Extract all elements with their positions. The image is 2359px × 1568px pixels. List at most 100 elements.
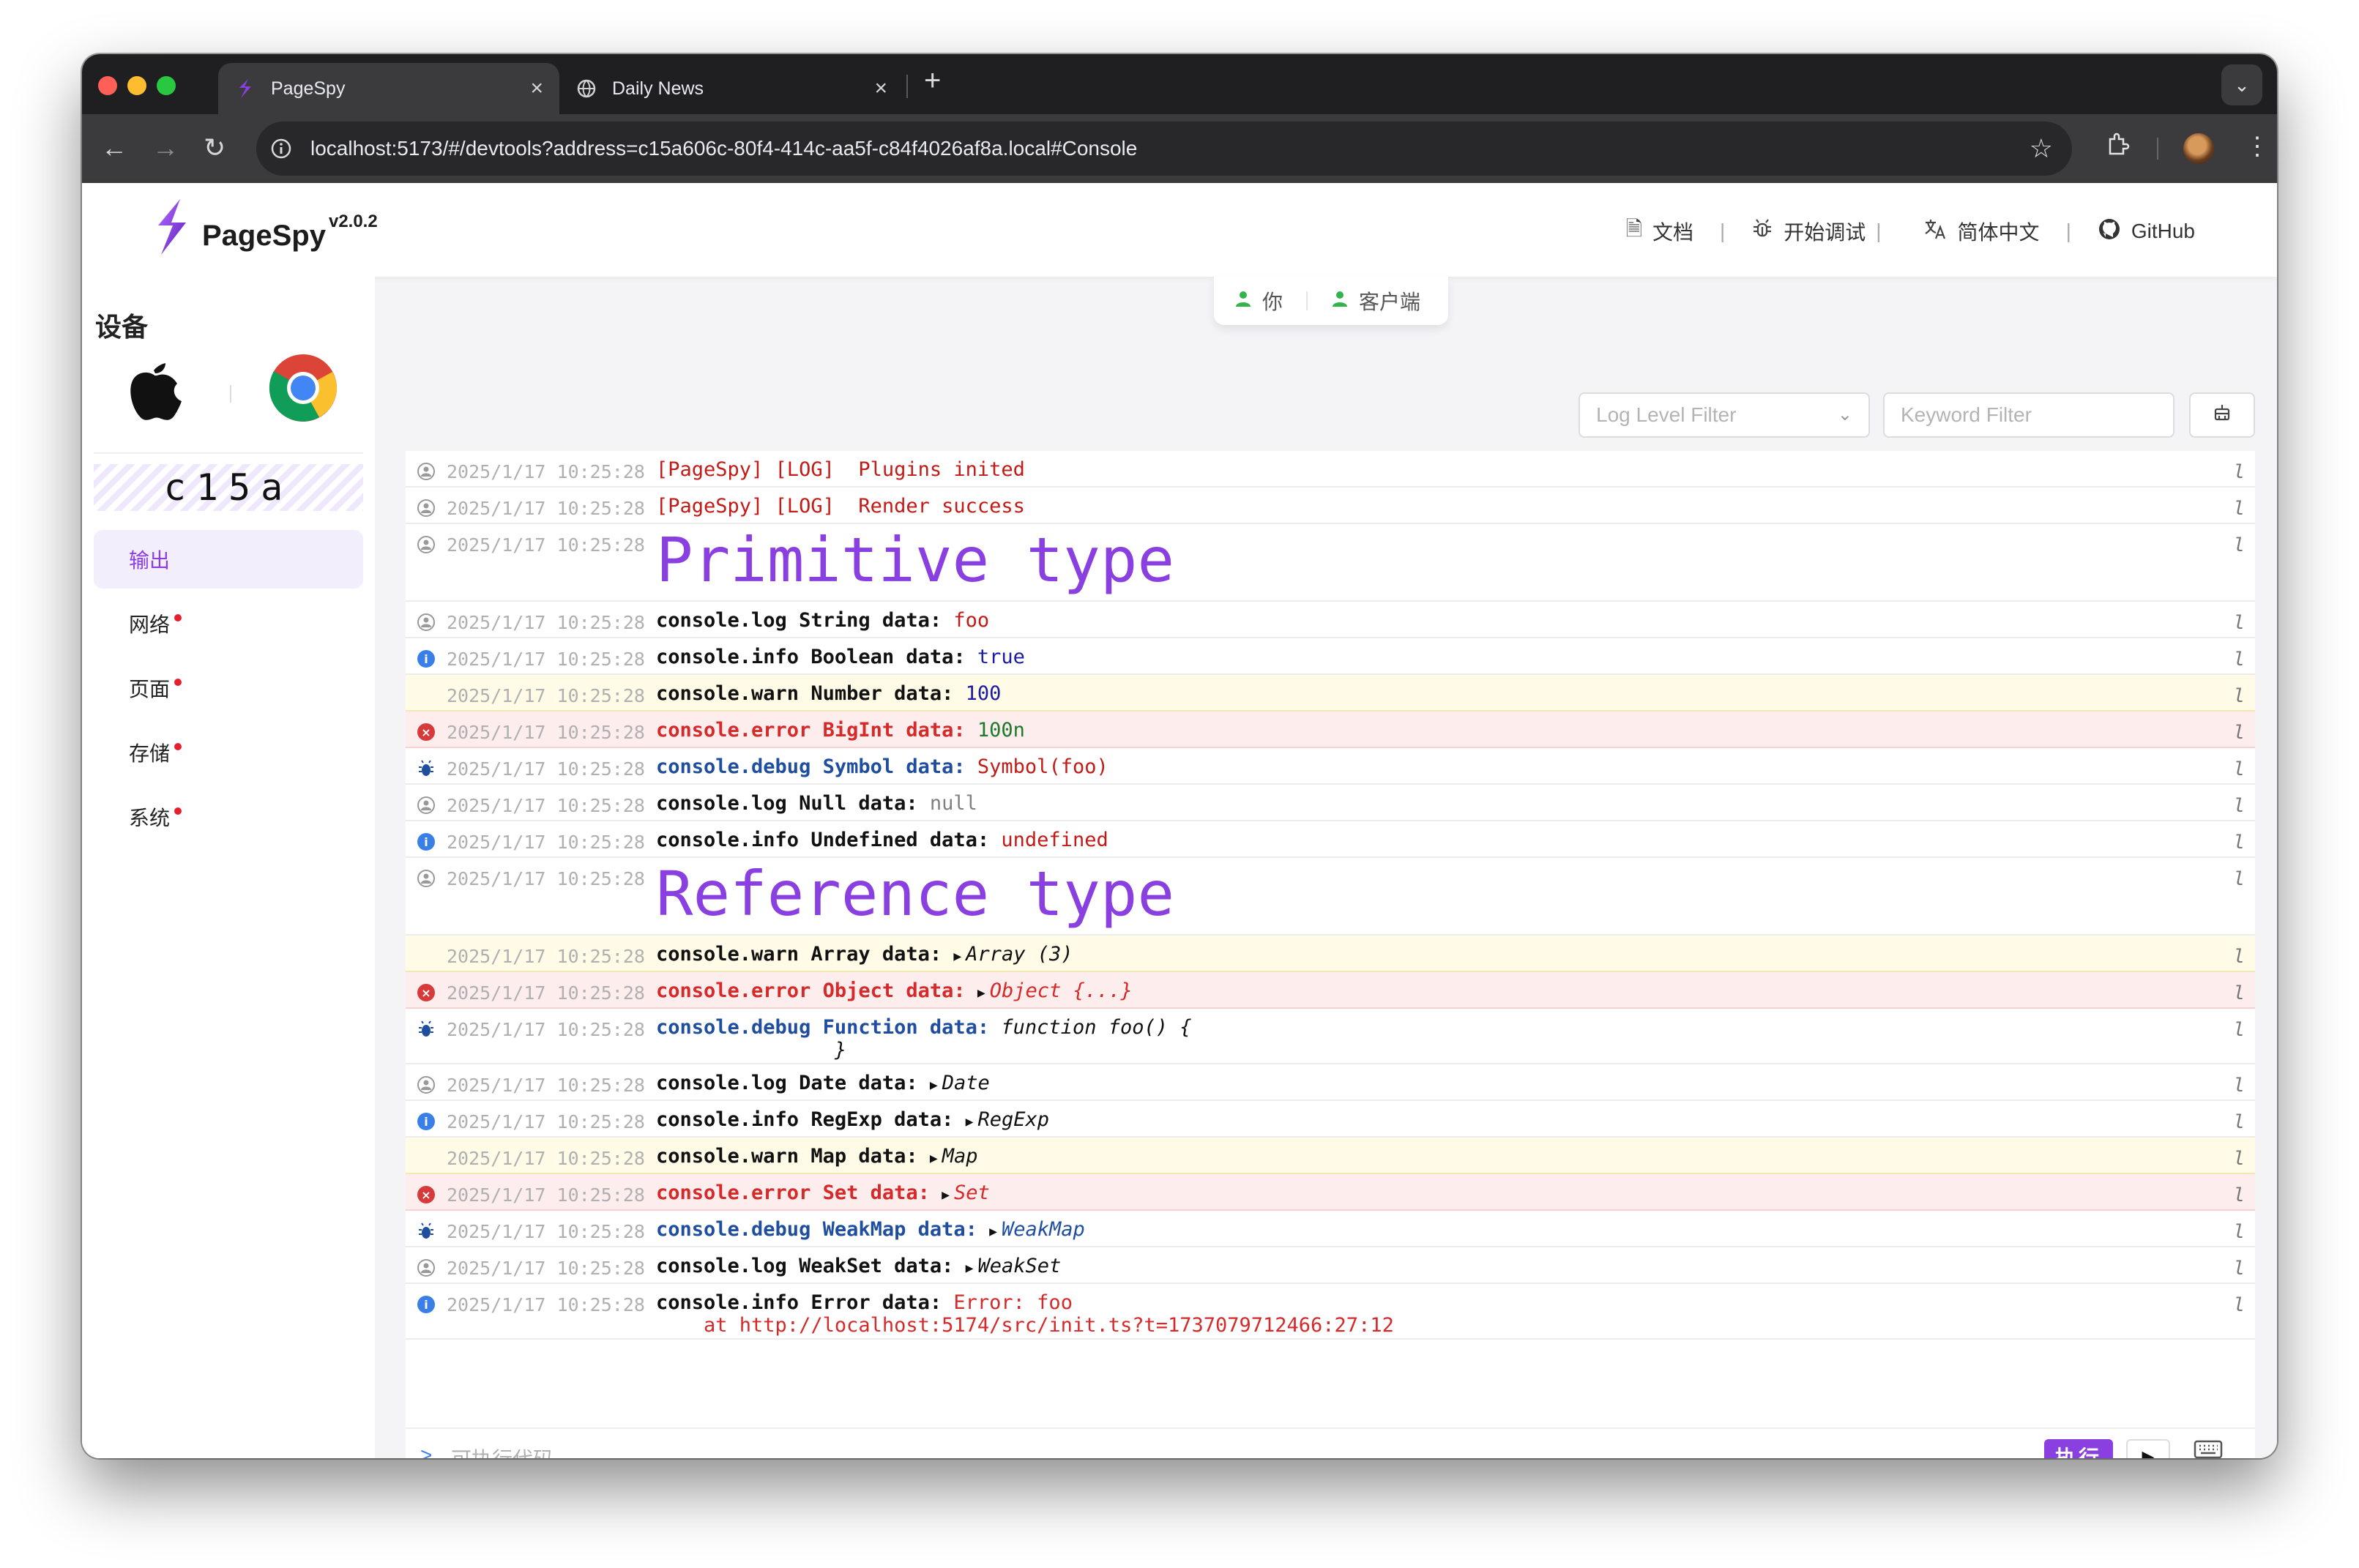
log-row[interactable]: 2025/1/17 10:25:28 Reference type l bbox=[406, 858, 2255, 936]
log-row[interactable]: 2025/1/17 10:25:28 console.log WeakSet da… bbox=[406, 1247, 2255, 1284]
log-row[interactable]: × 2025/1/17 10:25:28 console.error BigInt … bbox=[406, 712, 2255, 748]
log-value[interactable]: Map bbox=[942, 1145, 978, 1168]
sidebar-item[interactable]: 页面 bbox=[94, 659, 363, 717]
keyword-filter-input[interactable]: Keyword Filter bbox=[1883, 392, 2174, 438]
log-timestamp: 2025/1/17 10:25:28 bbox=[447, 832, 645, 853]
nav-start-debug[interactable]: 开始调试 | bbox=[1751, 217, 1882, 246]
brand[interactable]: PageSpy v2.0.2 bbox=[151, 196, 378, 261]
source-link[interactable]: l bbox=[2233, 868, 2245, 890]
source-link[interactable]: l bbox=[2233, 1258, 2245, 1280]
source-link[interactable]: l bbox=[2233, 1111, 2245, 1133]
log-value[interactable]: Array (3) bbox=[966, 943, 1073, 966]
source-link[interactable]: l bbox=[2233, 685, 2245, 707]
new-tab-button[interactable]: + bbox=[924, 64, 941, 97]
source-link[interactable]: l bbox=[2233, 1019, 2245, 1041]
source-link[interactable]: l bbox=[2233, 1184, 2245, 1206]
maximize-window-button[interactable] bbox=[157, 76, 176, 95]
tab-pagespy[interactable]: PageSpy × bbox=[218, 63, 559, 114]
sidebar-item[interactable]: 存储 bbox=[94, 723, 363, 782]
source-link[interactable]: l bbox=[2233, 795, 2245, 817]
source-link[interactable]: l bbox=[2233, 982, 2245, 1004]
log-row[interactable]: 2025/1/17 10:25:28 console.warn Array dat… bbox=[406, 936, 2255, 972]
log-row[interactable]: 2025/1/17 10:25:28 console.debug WeakMap … bbox=[406, 1211, 2255, 1247]
source-link[interactable]: l bbox=[2233, 1221, 2245, 1243]
extensions-icon[interactable] bbox=[2104, 132, 2131, 165]
log-value[interactable]: WeakMap bbox=[1002, 1218, 1085, 1241]
log-row[interactable]: 2025/1/17 10:25:28 console.log Null data:… bbox=[406, 785, 2255, 821]
log-row[interactable]: 2025/1/17 10:25:28 console.log String dat… bbox=[406, 602, 2255, 638]
close-tab-icon[interactable]: × bbox=[530, 76, 543, 101]
tab-daily-news[interactable]: Daily News × bbox=[559, 63, 903, 114]
minimize-window-button[interactable] bbox=[127, 76, 146, 95]
log-row[interactable]: 2025/1/17 10:25:28 console.debug Function… bbox=[406, 1009, 2255, 1064]
expand-caret-icon[interactable]: ▶ bbox=[930, 1151, 938, 1166]
nav-language[interactable]: 简体中文 bbox=[1924, 217, 2040, 246]
nav-docs[interactable]: 🗎 文档 bbox=[1625, 214, 1693, 249]
expand-caret-icon[interactable]: ▶ bbox=[930, 1078, 938, 1093]
expand-caret-icon[interactable]: ▶ bbox=[989, 1224, 997, 1239]
source-link[interactable]: l bbox=[2233, 461, 2245, 483]
log-label: console.warn Map data: bbox=[656, 1145, 930, 1168]
expand-caret-icon[interactable]: ▶ bbox=[966, 1261, 974, 1276]
source-link[interactable]: l bbox=[2233, 498, 2245, 520]
site-info-icon[interactable] bbox=[269, 137, 293, 160]
source-link[interactable]: l bbox=[2233, 1294, 2245, 1316]
log-row[interactable]: 2025/1/17 10:25:28 [PageSpy] [LOG] Plugin… bbox=[406, 451, 2255, 488]
log-value[interactable]: Date bbox=[942, 1072, 990, 1094]
address-bar[interactable]: localhost:5173/#/devtools?address=c15a60… bbox=[256, 122, 2072, 176]
log-row[interactable]: i 2025/1/17 10:25:28 console.info Boolean … bbox=[406, 638, 2255, 675]
source-link[interactable]: l bbox=[2233, 832, 2245, 854]
log-row[interactable]: × 2025/1/17 10:25:28 console.error Object … bbox=[406, 972, 2255, 1009]
expand-caret-icon[interactable]: ▶ bbox=[966, 1114, 974, 1130]
forward-arrow-icon[interactable]: → bbox=[152, 133, 179, 163]
expand-caret-icon[interactable]: ▶ bbox=[942, 1187, 950, 1203]
clear-console-button[interactable] bbox=[2189, 392, 2255, 438]
log-value[interactable]: RegExp bbox=[977, 1108, 1049, 1131]
log-value[interactable]: WeakSet bbox=[977, 1255, 1061, 1277]
tab-title: Daily News bbox=[612, 78, 704, 99]
tab-search-icon[interactable]: ⌄ bbox=[2221, 64, 2262, 105]
source-link[interactable]: l bbox=[2233, 758, 2245, 780]
menu-kebab-icon[interactable]: ⋮ bbox=[2245, 132, 2270, 161]
log-value[interactable]: Set bbox=[954, 1181, 990, 1204]
source-link[interactable]: l bbox=[2233, 722, 2245, 744]
run-button[interactable]: 执行 bbox=[2044, 1439, 2113, 1458]
back-arrow-icon[interactable]: ← bbox=[101, 133, 127, 163]
log-row[interactable]: 2025/1/17 10:25:28 console.warn Map data:… bbox=[406, 1138, 2255, 1174]
source-link[interactable]: l bbox=[2233, 1148, 2245, 1170]
log-row[interactable]: i 2025/1/17 10:25:28 console.info Undefine… bbox=[406, 821, 2255, 858]
log-row[interactable]: 2025/1/17 10:25:28 console.warn Number da… bbox=[406, 675, 2255, 712]
source-link[interactable]: l bbox=[2233, 612, 2245, 634]
source-link[interactable]: l bbox=[2233, 534, 2245, 556]
log-label: console.log String data: bbox=[656, 609, 954, 632]
source-link[interactable]: l bbox=[2233, 1075, 2245, 1097]
pagespy-favicon-icon bbox=[234, 78, 256, 100]
log-row[interactable]: 2025/1/17 10:25:28 [PageSpy] [LOG] Render… bbox=[406, 488, 2255, 524]
code-input[interactable]: 可执行代码 bbox=[451, 1444, 554, 1458]
log-timestamp: 2025/1/17 10:25:28 bbox=[447, 534, 645, 556]
log-row[interactable]: × 2025/1/17 10:25:28 console.error Set dat… bbox=[406, 1174, 2255, 1211]
log-row[interactable]: 2025/1/17 10:25:28 console.log Date data:… bbox=[406, 1064, 2255, 1101]
log-level-filter[interactable]: Log Level Filter ⌄ bbox=[1579, 392, 1870, 438]
expand-caret-icon[interactable]: ▶ bbox=[977, 985, 985, 1001]
source-link[interactable]: l bbox=[2233, 946, 2245, 968]
log-row[interactable]: i 2025/1/17 10:25:28 console.info Error da… bbox=[406, 1284, 2255, 1340]
sidebar-item[interactable]: 网络 bbox=[94, 594, 363, 653]
profile-avatar[interactable] bbox=[2183, 133, 2214, 164]
log-row[interactable]: 2025/1/17 10:25:28 Primitive type l bbox=[406, 524, 2255, 602]
nav-github[interactable]: GitHub bbox=[2098, 217, 2195, 246]
close-window-button[interactable] bbox=[98, 76, 117, 95]
sidebar-item[interactable]: 输出 bbox=[94, 530, 363, 589]
reload-icon[interactable]: ↻ bbox=[204, 133, 226, 163]
log-row[interactable]: 2025/1/17 10:25:28 console.debug Symbol d… bbox=[406, 748, 2255, 785]
log-value[interactable]: Object {...} bbox=[990, 979, 1133, 1002]
log-message: console.info Boolean data: true bbox=[656, 646, 1025, 668]
source-link[interactable]: l bbox=[2233, 649, 2245, 671]
close-tab-icon[interactable]: × bbox=[874, 76, 887, 101]
expand-caret-icon[interactable]: ▶ bbox=[953, 949, 961, 964]
bookmark-star-icon[interactable]: ☆ bbox=[2030, 133, 2053, 164]
keyboard-icon[interactable] bbox=[2194, 1439, 2223, 1458]
play-icon[interactable]: ▶ bbox=[2126, 1439, 2170, 1458]
log-row[interactable]: i 2025/1/17 10:25:28 console.info RegExp d… bbox=[406, 1101, 2255, 1138]
sidebar-item[interactable]: 系统 bbox=[94, 788, 363, 846]
